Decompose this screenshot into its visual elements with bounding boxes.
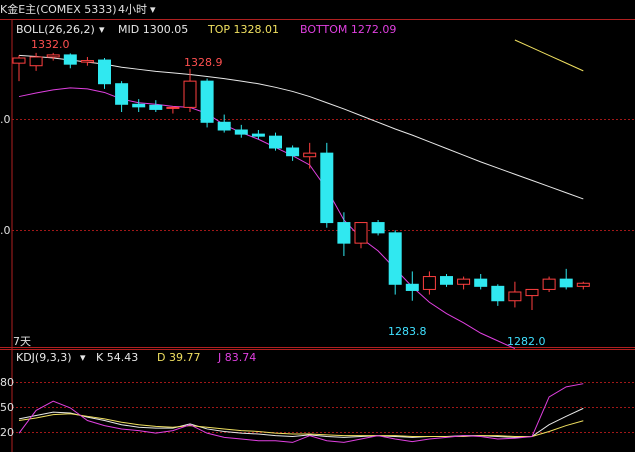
period-dropdown-icon[interactable]: ▾: [150, 3, 156, 16]
candle-body: [491, 285, 505, 302]
candle-body: [303, 152, 317, 158]
candle-body: [217, 121, 231, 131]
chart-frame: [0, 19, 635, 452]
candle-body: [132, 103, 146, 108]
candle-body: [80, 60, 94, 63]
price-tick-1: .0: [0, 113, 11, 126]
candle-body: [388, 232, 402, 285]
days-label: 7天: [13, 335, 31, 348]
kdj-tick-80: 80: [0, 376, 14, 389]
candle-body: [286, 147, 300, 157]
candle-body: [320, 152, 334, 224]
kdj-k-line: [18, 407, 584, 438]
boll-top-line: [514, 39, 584, 72]
candle-body: [269, 135, 282, 149]
low-label-1283: 1283.8: [388, 325, 427, 338]
kdj-j-value: J 83.74: [217, 351, 256, 364]
candle-body: [559, 278, 573, 288]
candle-body: [422, 276, 436, 290]
kdj-k-value: K 54.43: [96, 351, 138, 364]
chart-canvas: K金E主(COMEX 5333) 4小时 ▾ BOLL(26,26,2) ▾ M…: [0, 2, 635, 452]
kdj-dropdown-icon[interactable]: ▾: [80, 351, 86, 364]
candle-body: [508, 291, 522, 302]
high-label-1332: 1332.0: [31, 38, 70, 51]
boll-top-value: TOP 1328.01: [207, 23, 279, 36]
candle-body: [166, 106, 180, 109]
candle-body: [354, 222, 368, 244]
boll-indicator-name[interactable]: BOLL(26,26,2): [16, 23, 95, 36]
candle-body: [98, 59, 111, 85]
candle-body: [525, 288, 539, 297]
symbol-title: K金E主(COMEX 5333): [0, 2, 117, 16]
candle-body: [12, 57, 26, 64]
price-tick-2: .0: [0, 224, 11, 237]
low-label-1282: 1282.0: [507, 335, 546, 348]
candle-body: [200, 80, 214, 123]
candle-body: [474, 278, 488, 287]
candle-body: [115, 83, 129, 105]
candle-body: [440, 276, 453, 285]
candle-body: [29, 56, 43, 67]
boll-mid-value: MID 1300.05: [118, 23, 188, 36]
high-label-1328: 1328.9: [184, 56, 223, 69]
candle-body: [234, 129, 248, 135]
kdj-lines: [18, 383, 584, 443]
kdj-tick-20: 20: [0, 426, 14, 439]
candle-body: [576, 282, 590, 287]
kdj-d-value: D 39.77: [157, 351, 200, 364]
boll-bottom-value: BOTTOM 1272.09: [300, 23, 396, 36]
candle-body: [46, 54, 60, 58]
boll-bottom-line: [18, 87, 516, 350]
kdj-tick-50: 50: [0, 401, 14, 414]
candle-body: [63, 54, 77, 65]
candle-body: [371, 222, 385, 234]
candle-body: [457, 278, 471, 285]
candle-body: [405, 283, 419, 291]
boll-bands: [18, 39, 584, 350]
candle-body: [149, 104, 163, 110]
kdj-indicator-name[interactable]: KDJ(9,3,3): [16, 351, 72, 364]
boll-dropdown-icon[interactable]: ▾: [99, 23, 105, 36]
period-selector[interactable]: 4小时: [118, 3, 147, 16]
candle-body: [337, 222, 351, 244]
candle-body: [183, 80, 197, 108]
candle-body: [251, 133, 265, 137]
candle-body: [542, 278, 556, 290]
